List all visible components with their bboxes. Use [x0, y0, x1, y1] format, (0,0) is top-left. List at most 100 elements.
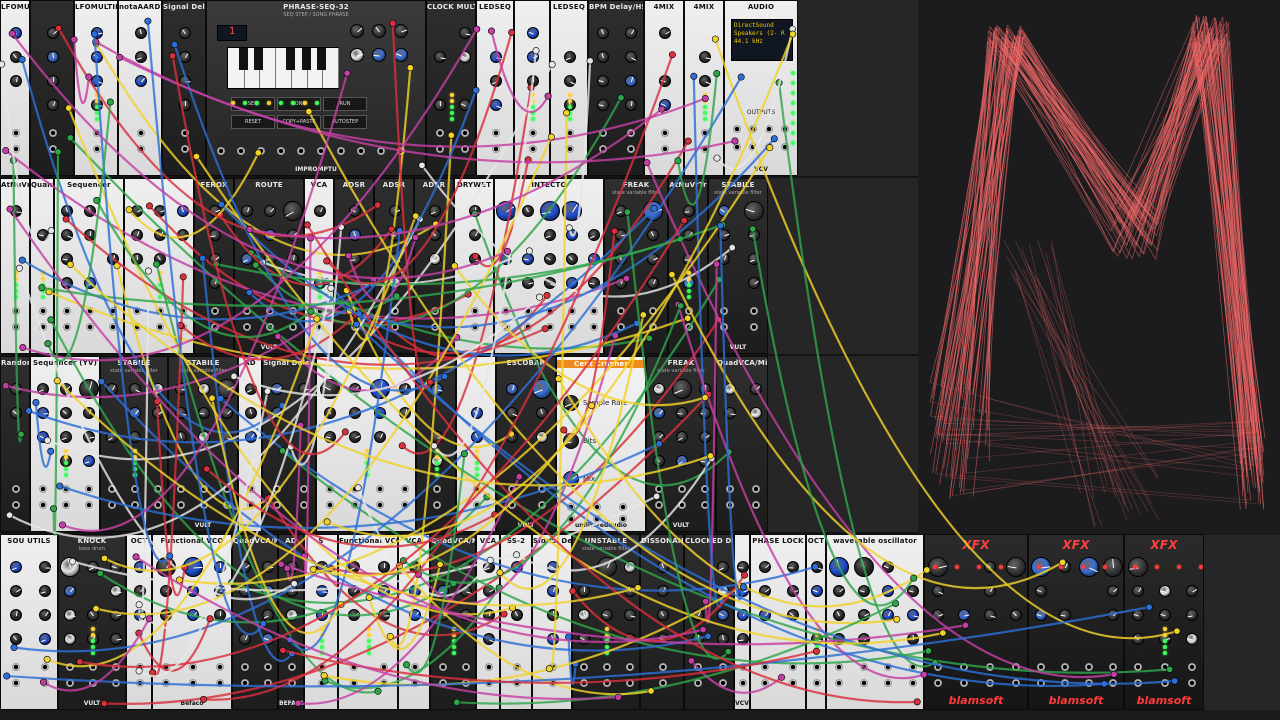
knob[interactable]: [38, 609, 51, 621]
knob[interactable]: [87, 609, 99, 621]
jack[interactable]: [603, 679, 611, 687]
sequencer-button-run[interactable]: RUN: [323, 97, 367, 111]
jack[interactable]: [263, 663, 272, 671]
knob[interactable]: [9, 633, 22, 645]
knob[interactable]: [683, 205, 695, 217]
jack[interactable]: [590, 323, 598, 331]
jack[interactable]: [1134, 663, 1143, 671]
knob[interactable]: [932, 585, 944, 597]
jack[interactable]: [62, 501, 70, 509]
knob[interactable]: [10, 75, 22, 87]
jack[interactable]: [835, 663, 844, 671]
jack[interactable]: [11, 679, 20, 687]
jack[interactable]: [435, 129, 444, 137]
knob[interactable]: [38, 585, 51, 597]
knob[interactable]: [625, 27, 637, 39]
module-bpm-delay-hs-calc[interactable]: BPM Delay/HS Calc: [588, 0, 644, 176]
jack[interactable]: [400, 485, 409, 493]
knob[interactable]: [60, 229, 73, 241]
jack[interactable]: [12, 129, 20, 137]
jack[interactable]: [325, 501, 334, 509]
jack[interactable]: [62, 307, 71, 315]
knob[interactable]: [394, 48, 408, 62]
sequencer-button-autostep[interactable]: AUTOSTEP: [323, 115, 367, 129]
knob[interactable]: [135, 27, 147, 39]
knob[interactable]: [83, 455, 96, 467]
sequencer-keyboard[interactable]: [227, 47, 339, 89]
knob[interactable]: [47, 51, 59, 63]
knob[interactable]: [657, 609, 669, 621]
jack[interactable]: [908, 679, 917, 687]
knob[interactable]: [615, 205, 627, 217]
jack[interactable]: [85, 501, 94, 509]
knob[interactable]: [544, 229, 556, 241]
knob[interactable]: [566, 253, 578, 265]
knob[interactable]: [64, 585, 77, 597]
jack[interactable]: [619, 515, 627, 523]
knob[interactable]: [372, 48, 386, 62]
knob[interactable]: [811, 585, 823, 597]
module-stabile[interactable]: STABILE state variable filter: [100, 356, 168, 532]
module-random[interactable]: Random: [0, 356, 30, 532]
knob[interactable]: [109, 633, 122, 645]
jack[interactable]: [752, 501, 760, 509]
jack[interactable]: [1061, 663, 1069, 671]
knob[interactable]: [676, 431, 688, 443]
knob[interactable]: [458, 27, 471, 39]
audio-rate[interactable]: 44.1 kHz: [734, 38, 790, 46]
knob[interactable]: [625, 51, 637, 63]
knob[interactable]: [348, 431, 361, 443]
jack[interactable]: [38, 485, 47, 493]
knob[interactable]: [1185, 609, 1198, 621]
jack[interactable]: [625, 663, 634, 671]
knob[interactable]: [109, 585, 122, 597]
jack[interactable]: [1085, 663, 1093, 671]
knob[interactable]: [47, 99, 59, 111]
knob[interactable]: [433, 51, 446, 63]
knob[interactable]: [10, 407, 22, 419]
jack[interactable]: [288, 663, 296, 671]
jack[interactable]: [627, 145, 635, 153]
jack[interactable]: [529, 129, 537, 137]
knob[interactable]: [564, 75, 576, 87]
jack[interactable]: [156, 323, 164, 331]
jack[interactable]: [859, 679, 868, 687]
jack[interactable]: [299, 485, 308, 493]
jack[interactable]: [733, 143, 741, 151]
knob[interactable]: [522, 205, 534, 217]
knob[interactable]: [91, 27, 103, 39]
jack[interactable]: [49, 129, 57, 137]
knob[interactable]: [984, 561, 996, 573]
jack[interactable]: [12, 501, 20, 509]
knob[interactable]: [1010, 609, 1022, 621]
jack[interactable]: [176, 501, 185, 509]
knob[interactable]: [1159, 609, 1171, 621]
knob[interactable]: [759, 561, 771, 573]
jack[interactable]: [39, 307, 47, 315]
knob[interactable]: [38, 561, 51, 573]
knob[interactable]: [1185, 585, 1198, 597]
jack[interactable]: [461, 663, 470, 671]
knob[interactable]: [659, 27, 671, 39]
jack[interactable]: [678, 485, 686, 493]
knob[interactable]: [906, 609, 919, 621]
knob[interactable]: [60, 407, 72, 419]
jack[interactable]: [654, 501, 663, 509]
jack[interactable]: [813, 679, 821, 687]
knob[interactable]: [1035, 585, 1047, 597]
jack[interactable]: [438, 663, 447, 671]
jack[interactable]: [62, 323, 71, 331]
jack[interactable]: [739, 679, 747, 687]
knob[interactable]: [60, 431, 72, 443]
knob[interactable]: [625, 75, 637, 87]
knob[interactable]: [1006, 557, 1026, 577]
jack[interactable]: [215, 663, 224, 671]
jack[interactable]: [277, 147, 285, 155]
jack[interactable]: [40, 663, 49, 671]
audio-driver[interactable]: DirectSound: [734, 22, 790, 30]
jack[interactable]: [566, 145, 574, 153]
jack[interactable]: [375, 485, 384, 493]
knob[interactable]: [506, 383, 518, 395]
knob[interactable]: [350, 48, 364, 62]
jack[interactable]: [1109, 663, 1117, 671]
